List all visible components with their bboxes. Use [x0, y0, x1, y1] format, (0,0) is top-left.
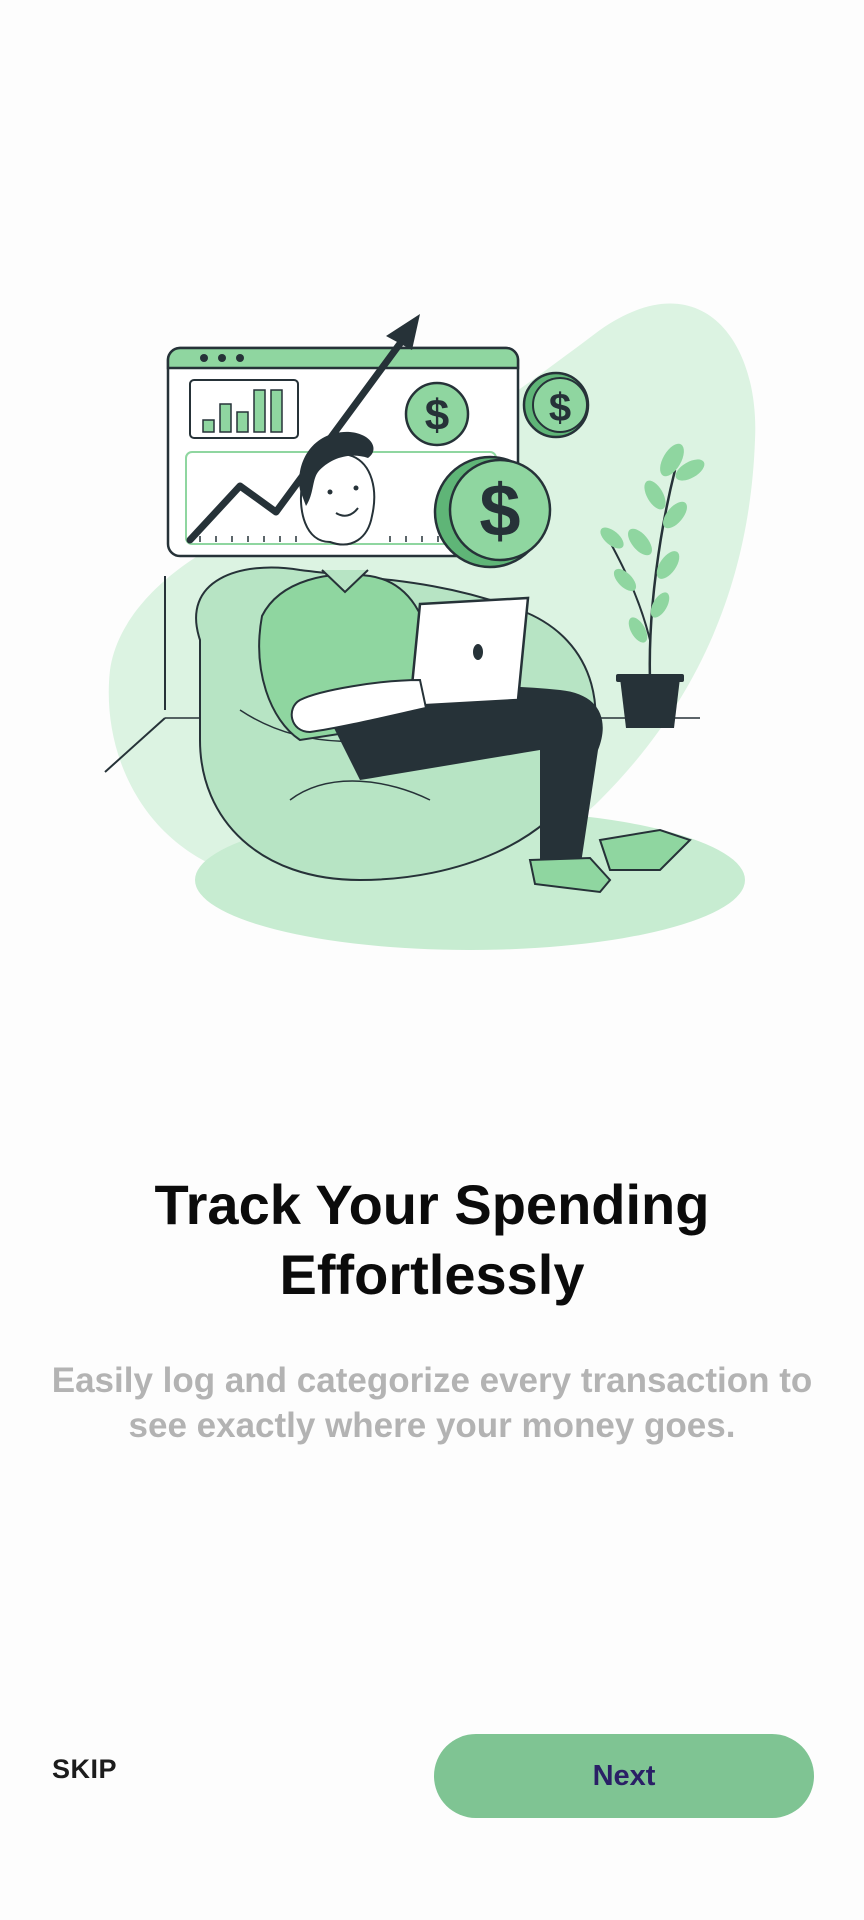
onboarding-title: Track Your Spending Effortlessly	[154, 1173, 710, 1306]
svg-text:$: $	[425, 391, 449, 440]
next-button-label: Next	[592, 1759, 656, 1792]
next-button[interactable]: Next	[434, 1734, 814, 1818]
onboarding-description: Easily log and categorize every transact…	[51, 1361, 813, 1445]
onboarding-screen: $ $ $ Track Your Spending Effortlessly E…	[0, 0, 864, 1920]
svg-text:$: $	[479, 469, 520, 552]
dollar-coin-icon: $	[522, 371, 590, 439]
dollar-coin-icon: $	[404, 381, 470, 447]
skip-button[interactable]: SKIP	[52, 1754, 117, 1785]
svg-text:$: $	[549, 386, 571, 430]
finance-illustration: $ $ $	[104, 303, 756, 950]
